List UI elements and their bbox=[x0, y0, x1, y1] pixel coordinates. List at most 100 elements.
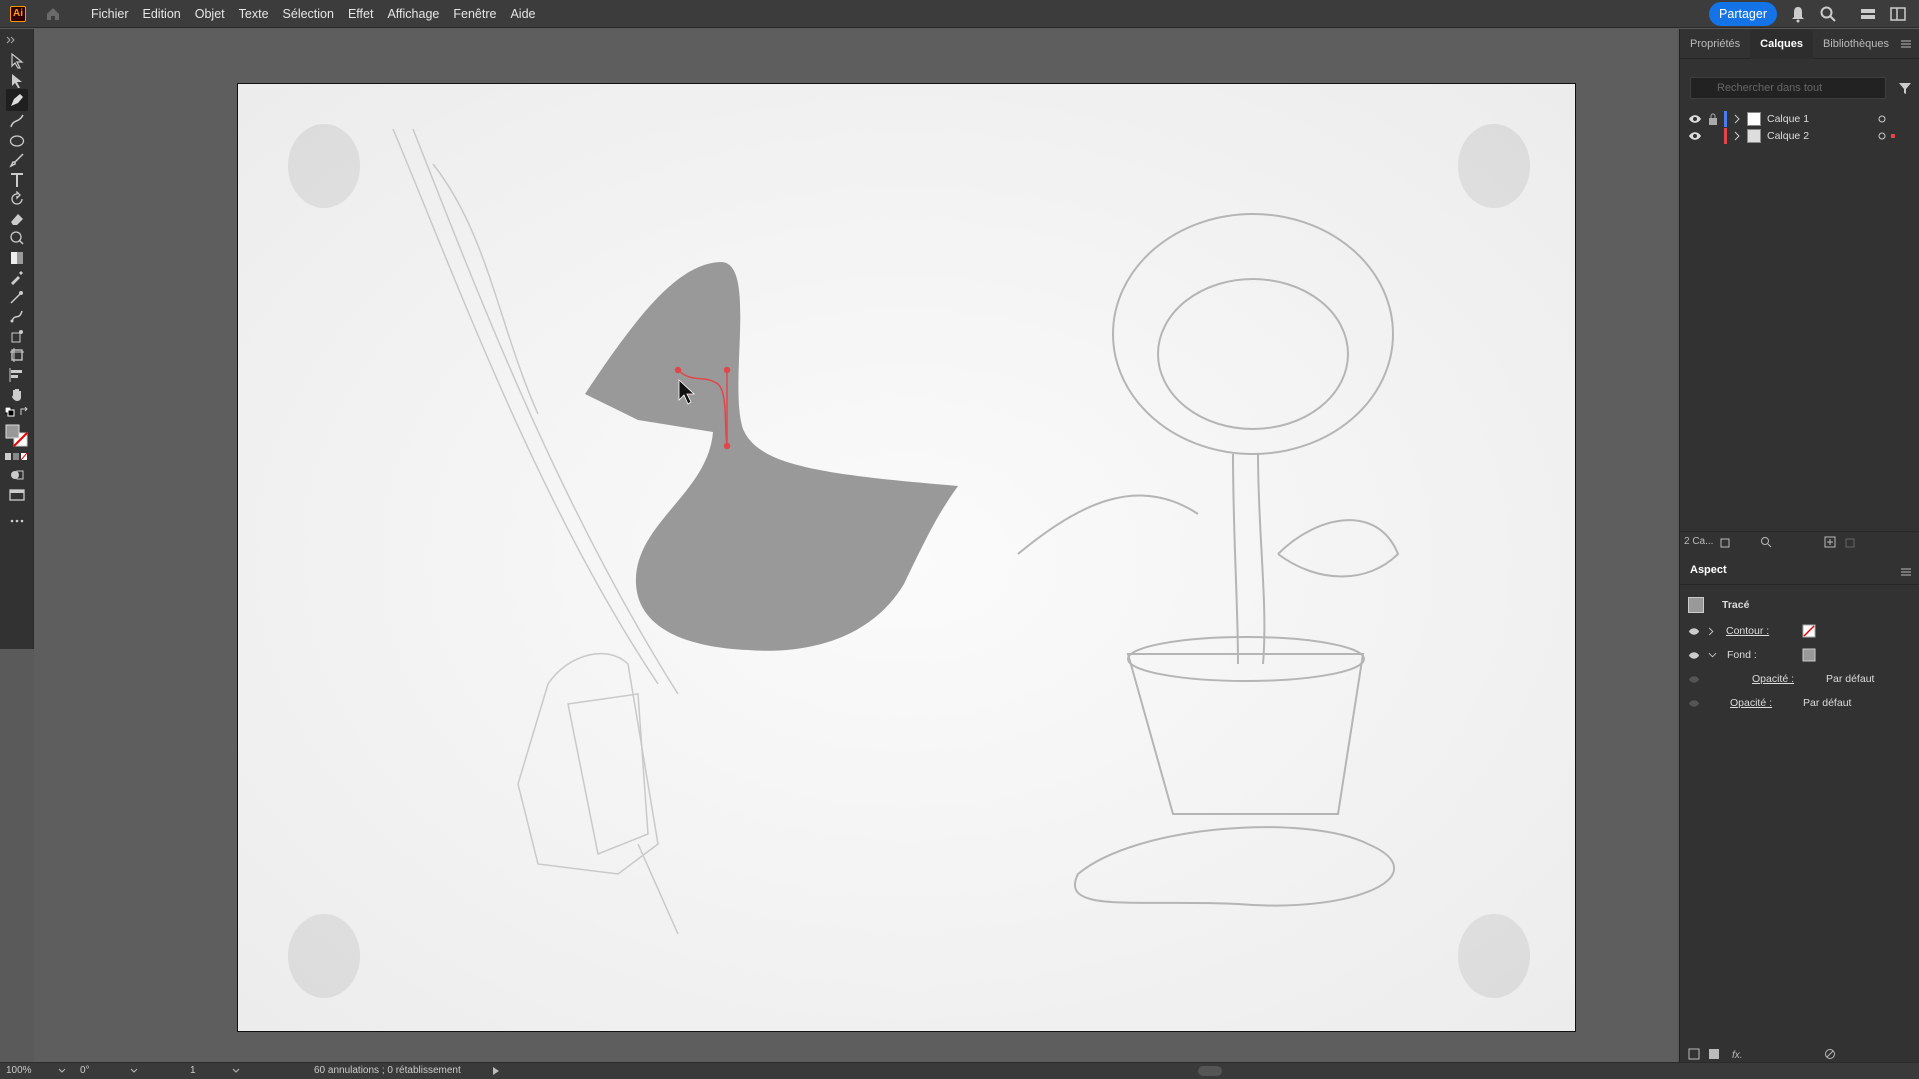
stroke-none-swatch[interactable] bbox=[1802, 624, 1816, 638]
chevron-down-icon[interactable] bbox=[58, 1068, 66, 1074]
target-icon[interactable] bbox=[1878, 115, 1886, 123]
eye-icon[interactable] bbox=[1688, 651, 1700, 660]
chevron-down-icon[interactable] bbox=[232, 1068, 240, 1074]
artwork[interactable] bbox=[238, 84, 1576, 1032]
panel-menu-icon[interactable] bbox=[1901, 568, 1911, 576]
blend-tool-icon[interactable] bbox=[9, 289, 25, 305]
aspect-opacity-row[interactable]: Opacité : Par défaut bbox=[1680, 691, 1919, 715]
menu-edition[interactable]: Edition bbox=[136, 0, 188, 28]
layer-thumbnail bbox=[1747, 129, 1761, 143]
layer-name[interactable]: Calque 2 bbox=[1767, 130, 1809, 142]
direct-selection-tool-icon[interactable] bbox=[9, 73, 25, 89]
contour-label[interactable]: Contour : bbox=[1726, 625, 1769, 637]
opacity-label[interactable]: Opacité : bbox=[1730, 697, 1772, 709]
hand-tool-icon[interactable] bbox=[9, 386, 25, 402]
share-button[interactable]: Partager bbox=[1709, 2, 1777, 26]
draw-mode-icon[interactable] bbox=[9, 467, 25, 483]
rotation-value[interactable]: 0° bbox=[80, 1065, 90, 1076]
tab-libraries[interactable]: Bibliothèques bbox=[1813, 29, 1899, 59]
layers-search-input[interactable]: Rechercher dans tout bbox=[1690, 77, 1886, 99]
puppet-warp-tool-icon[interactable] bbox=[9, 308, 25, 324]
chevron-down-icon[interactable] bbox=[1708, 652, 1717, 658]
eye-icon[interactable] bbox=[1688, 131, 1702, 141]
more-tools-icon[interactable] bbox=[9, 513, 25, 529]
shape-builder-tool-icon[interactable] bbox=[9, 230, 25, 246]
screen-mode-icon[interactable] bbox=[9, 487, 25, 503]
lock-icon[interactable] bbox=[1708, 113, 1718, 125]
add-fill-icon[interactable] bbox=[1708, 1048, 1720, 1060]
menu-texte[interactable]: Texte bbox=[232, 0, 276, 28]
filter-icon[interactable] bbox=[1898, 81, 1912, 95]
target-icon[interactable] bbox=[1878, 132, 1886, 140]
swap-colors-icon[interactable] bbox=[20, 407, 30, 417]
fx-icon[interactable]: fx. bbox=[1732, 1048, 1746, 1060]
eye-icon[interactable] bbox=[1688, 114, 1702, 124]
menu-aide[interactable]: Aide bbox=[503, 0, 542, 28]
canvas-area[interactable] bbox=[34, 29, 1677, 1062]
layer-row[interactable]: Calque 2 bbox=[1680, 126, 1919, 146]
bell-icon[interactable] bbox=[1789, 5, 1807, 23]
fill-swatch[interactable] bbox=[1802, 648, 1816, 662]
fill-stroke-swatch[interactable] bbox=[5, 424, 29, 448]
search-icon[interactable] bbox=[1760, 536, 1772, 548]
object-type: Tracé bbox=[1722, 599, 1750, 611]
aspect-fond-row[interactable]: Fond : bbox=[1680, 643, 1919, 667]
play-icon[interactable] bbox=[492, 1067, 500, 1075]
tab-properties[interactable]: Propriétés bbox=[1680, 29, 1750, 59]
new-layer-icon[interactable] bbox=[1824, 536, 1836, 548]
fond-label[interactable]: Fond : bbox=[1727, 649, 1757, 661]
menu-fenetre[interactable]: Fenêtre bbox=[446, 0, 503, 28]
eye-icon[interactable] bbox=[1688, 675, 1700, 684]
tab-layers[interactable]: Calques bbox=[1750, 28, 1813, 59]
default-colors-icon[interactable] bbox=[5, 407, 15, 417]
symbol-sprayer-tool-icon[interactable] bbox=[9, 328, 25, 344]
panel-menu-icon[interactable] bbox=[1901, 40, 1911, 48]
home-icon[interactable] bbox=[44, 5, 62, 23]
rotate-tool-icon[interactable] bbox=[9, 191, 25, 207]
workspace-icon[interactable] bbox=[1889, 5, 1907, 23]
artboard-tool-icon[interactable] bbox=[9, 347, 25, 363]
collapse-icon[interactable] bbox=[6, 36, 16, 44]
add-stroke-icon[interactable] bbox=[1688, 1048, 1700, 1060]
color-modes-icon[interactable] bbox=[5, 453, 29, 461]
graph-tool-icon[interactable] bbox=[9, 367, 25, 383]
chevron-right-icon[interactable] bbox=[1733, 114, 1741, 124]
selection-tool-icon[interactable] bbox=[9, 53, 25, 69]
menu-affichage[interactable]: Affichage bbox=[380, 0, 446, 28]
artboard-number[interactable]: 1 bbox=[190, 1065, 196, 1076]
gradient-tool-icon[interactable] bbox=[9, 250, 25, 266]
arrange-icon[interactable] bbox=[1859, 5, 1877, 23]
ellipse-tool-icon[interactable] bbox=[9, 133, 25, 149]
chevron-right-icon[interactable] bbox=[1733, 131, 1741, 141]
menu-selection[interactable]: Sélection bbox=[276, 0, 341, 28]
history-status: 60 annulations ; 0 rétablissement bbox=[314, 1065, 461, 1076]
layer-color-swatch bbox=[1724, 111, 1727, 127]
delete-icon[interactable] bbox=[1844, 536, 1856, 548]
eraser-tool-icon[interactable] bbox=[9, 211, 25, 227]
menu-objet[interactable]: Objet bbox=[188, 0, 232, 28]
type-tool-icon[interactable] bbox=[9, 172, 25, 188]
eye-icon[interactable] bbox=[1688, 699, 1700, 708]
paintbrush-tool-icon[interactable] bbox=[9, 152, 25, 168]
aspect-contour-row[interactable]: Contour : bbox=[1680, 619, 1919, 643]
fill-opacity-label[interactable]: Opacité : bbox=[1752, 673, 1794, 685]
curvature-tool-icon[interactable] bbox=[9, 113, 25, 129]
pen-tool-icon[interactable] bbox=[6, 89, 28, 111]
horizontal-scrollbar-thumb[interactable] bbox=[1198, 1066, 1222, 1076]
zoom-level[interactable]: 100% bbox=[6, 1065, 32, 1076]
menu-fichier[interactable]: Fichier bbox=[84, 0, 136, 28]
eye-icon[interactable] bbox=[1688, 627, 1700, 636]
collect-export-icon[interactable] bbox=[1720, 536, 1732, 548]
panel-tabs: Propriétés Calques Bibliothèques bbox=[1680, 28, 1919, 59]
artboard[interactable] bbox=[237, 83, 1576, 1032]
search-icon[interactable] bbox=[1819, 5, 1837, 23]
lock-placeholder[interactable] bbox=[1708, 130, 1718, 142]
menu-effet[interactable]: Effet bbox=[341, 0, 380, 28]
svg-text:fx.: fx. bbox=[1732, 1050, 1743, 1060]
chevron-right-icon[interactable] bbox=[1708, 627, 1714, 636]
clear-appearance-icon[interactable] bbox=[1824, 1048, 1836, 1060]
aspect-fill-opacity-row[interactable]: Opacité : Par défaut bbox=[1680, 667, 1919, 691]
chevron-down-icon[interactable] bbox=[130, 1068, 138, 1074]
layer-name[interactable]: Calque 1 bbox=[1767, 113, 1809, 125]
eyedropper-tool-icon[interactable] bbox=[9, 269, 25, 285]
